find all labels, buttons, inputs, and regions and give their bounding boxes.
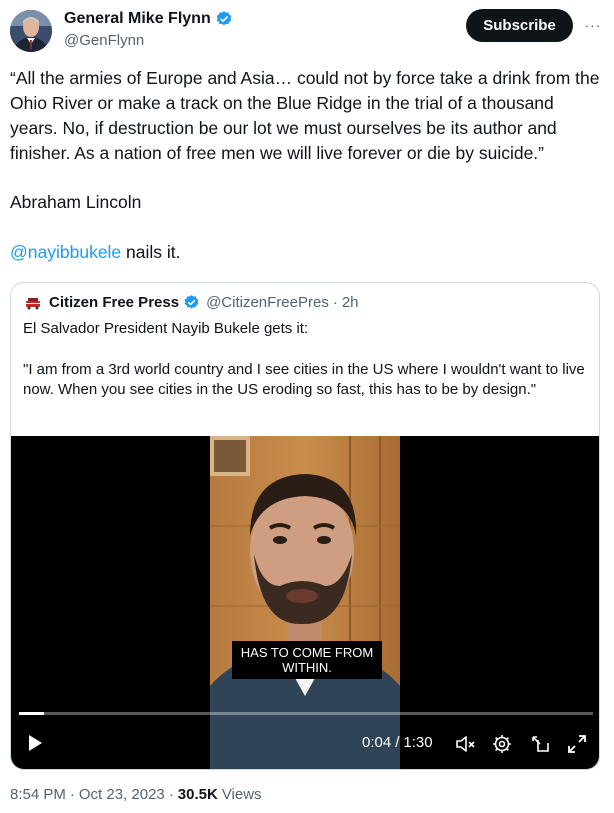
footer-separator: ·: [69, 786, 75, 803]
quoted-time-ago[interactable]: 2h: [342, 294, 359, 311]
views-count: 30.5K: [177, 786, 218, 803]
verified-badge-icon: [216, 11, 231, 26]
subscribe-button[interactable]: Subscribe: [466, 9, 573, 42]
quoted-display-name[interactable]: Citizen Free Press: [49, 294, 179, 311]
more-options-icon[interactable]: ···: [582, 14, 604, 36]
quoted-author-avatar[interactable]: [23, 292, 43, 312]
citizen-free-press-logo-icon: [23, 292, 43, 312]
video-thumbnail-image: [210, 436, 400, 769]
video-progress-fill: [19, 712, 45, 715]
tweet-footer: 8:54 PM · Oct 23, 2023 · 30.5K Views: [10, 786, 262, 803]
author-display-name[interactable]: General Mike Flynn: [64, 10, 211, 28]
mention-link[interactable]: @nayibbukele: [10, 242, 121, 262]
video-player[interactable]: HAS TO COME FROM WITHIN. 0:04 / 1:30: [11, 436, 599, 769]
tweet-attribution: Abraham Lincoln: [10, 192, 142, 212]
quoted-tweet-header: Citizen Free Press @CitizenFreePres · 2h: [23, 291, 359, 313]
quoted-text-line2: "I am from a 3rd world country and I see…: [23, 360, 585, 399]
quoted-tweet-card[interactable]: Citizen Free Press @CitizenFreePres · 2h…: [10, 282, 600, 770]
views-label: Views: [221, 786, 262, 803]
settings-icon[interactable]: [491, 733, 513, 755]
tweet-header: General Mike Flynn @GenFlynn Subscribe ·…: [10, 8, 604, 56]
play-icon[interactable]: [25, 733, 45, 753]
tweet-date[interactable]: Oct 23, 2023: [79, 786, 165, 803]
quoted-separator: ·: [332, 293, 338, 311]
video-current-time: 0:04: [362, 734, 392, 751]
quoted-handle[interactable]: @CitizenFreePres: [206, 294, 329, 311]
video-frame: [210, 436, 400, 769]
tweet-quote-text: “All the armies of Europe and Asia… coul…: [10, 68, 600, 163]
tweet-mention-line: @nayibbukele nails it.: [10, 240, 181, 265]
video-time: 0:04 / 1:30: [362, 734, 433, 751]
video-time-separator: /: [395, 734, 400, 751]
mention-suffix: nails it.: [121, 242, 181, 262]
mute-icon[interactable]: [454, 733, 476, 755]
video-caption: HAS TO COME FROM WITHIN.: [232, 641, 382, 679]
footer-separator: ·: [168, 786, 174, 803]
tweet-time[interactable]: 8:54 PM: [10, 786, 66, 803]
author-avatar[interactable]: [10, 10, 52, 52]
quoted-tweet-text: El Salvador President Nayib Bukele gets …: [23, 319, 589, 401]
video-progress-bar[interactable]: [19, 712, 593, 715]
quoted-verified-badge-icon: [184, 294, 199, 309]
author-handle[interactable]: @GenFlynn: [64, 32, 144, 49]
quoted-text-line1: El Salvador President Nayib Bukele gets …: [23, 320, 309, 337]
avatar-portrait: [10, 10, 52, 52]
pip-icon[interactable]: [529, 733, 551, 755]
tweet-text: “All the armies of Europe and Asia… coul…: [10, 66, 604, 166]
video-duration: 1:30: [403, 734, 433, 751]
fullscreen-icon[interactable]: [566, 733, 588, 755]
